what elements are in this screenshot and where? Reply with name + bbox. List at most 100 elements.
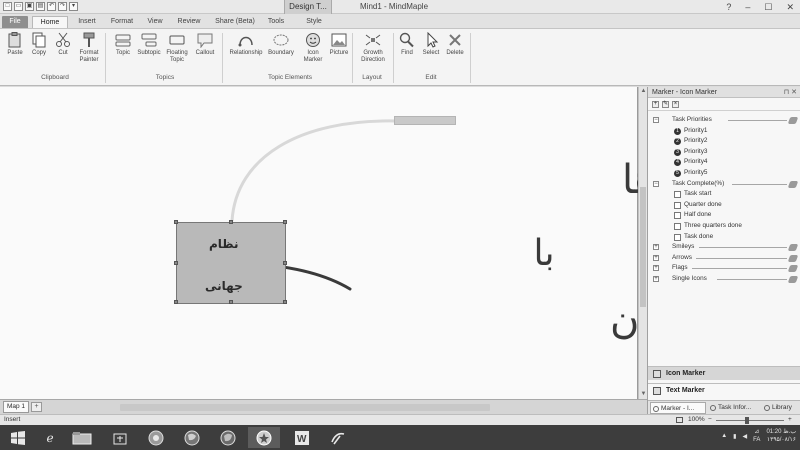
subtopic-button[interactable]: Subtopic: [134, 32, 164, 57]
tab-home[interactable]: Home: [32, 16, 68, 28]
minimize-button[interactable]: –: [745, 0, 750, 14]
central-topic[interactable]: نظام جهانی: [174, 220, 287, 304]
resize-handle[interactable]: [229, 220, 233, 224]
tab-style[interactable]: Style: [298, 16, 330, 28]
collapse-icon[interactable]: −: [653, 117, 659, 123]
edit-group-icon[interactable]: [787, 275, 799, 283]
relationship-button[interactable]: Relationship: [228, 32, 264, 57]
expand-icon[interactable]: +: [653, 244, 659, 251]
marker-item[interactable]: Half done: [648, 210, 800, 221]
taskbar-ie[interactable]: ℯ: [34, 427, 66, 448]
fit-page-icon[interactable]: [676, 417, 683, 423]
redo-icon[interactable]: ↷: [58, 2, 67, 11]
map-tab[interactable]: Map 1: [3, 401, 29, 413]
taskbar-app[interactable]: [322, 427, 354, 448]
marker-group[interactable]: + Smileys: [648, 242, 800, 253]
panel-close-icon[interactable]: ✕: [791, 89, 797, 96]
help-button[interactable]: ?: [726, 0, 731, 14]
taskbar-firefox-2[interactable]: [212, 427, 244, 448]
mind-map-canvas[interactable]: رسم ارتباط ها با کشیدن از مرکز عنوان: [0, 87, 638, 399]
collapse-icon[interactable]: −: [653, 180, 659, 187]
scroll-thumb[interactable]: [640, 187, 646, 307]
marker-item[interactable]: Quarter done: [648, 200, 800, 211]
panel-tab-library[interactable]: Library: [762, 402, 800, 414]
delete-button[interactable]: Delete: [441, 32, 469, 57]
tab-format[interactable]: Format: [106, 16, 138, 28]
customize-qat-icon[interactable]: ▾: [69, 2, 78, 11]
tab-tools[interactable]: Tools: [262, 16, 290, 28]
zoom-slider[interactable]: [716, 420, 784, 421]
save-icon[interactable]: ▣: [25, 2, 34, 11]
edit-group-icon[interactable]: [787, 117, 799, 124]
marker-group[interactable]: − Task Complete(%): [648, 179, 800, 190]
pin-icon[interactable]: ⊓: [784, 89, 789, 96]
close-button[interactable]: ✕: [786, 0, 794, 14]
marker-group[interactable]: + Flags: [648, 263, 800, 274]
marker-item[interactable]: Task done: [648, 232, 800, 243]
language-indicator[interactable]: ⊿ FA: [753, 428, 760, 444]
new-file-icon[interactable]: □: [3, 2, 12, 11]
tab-review[interactable]: Review: [172, 16, 206, 28]
taskbar-mindmaple[interactable]: [248, 427, 280, 448]
tray-arrow-icon[interactable]: ▲: [721, 433, 727, 439]
edit-group-icon[interactable]: [787, 254, 799, 262]
resize-handle[interactable]: [229, 300, 233, 304]
taskbar-firefox[interactable]: [176, 427, 208, 448]
marker-item[interactable]: 4 Priority4: [648, 157, 800, 168]
edit-group-icon[interactable]: [787, 265, 799, 273]
canvas-horizontal-scrollbar[interactable]: [120, 404, 490, 411]
resize-handle[interactable]: [283, 220, 287, 224]
canvas-vertical-scrollbar[interactable]: ▲ ▼: [638, 87, 647, 399]
edit-group-icon[interactable]: [787, 244, 799, 252]
marker-item[interactable]: Task start: [648, 189, 800, 200]
edit-marker-icon[interactable]: ✎: [662, 101, 669, 108]
add-map-icon[interactable]: +: [31, 402, 42, 412]
panel-tab-task-info[interactable]: Task Infor...: [708, 402, 762, 414]
zoom-out-icon[interactable]: −: [708, 415, 712, 425]
resize-handle[interactable]: [283, 300, 287, 304]
floating-topic-button[interactable]: Floating Topic: [162, 32, 192, 64]
expand-icon[interactable]: +: [653, 254, 659, 261]
picture-button[interactable]: Picture: [324, 32, 354, 57]
tab-share[interactable]: Share (Beta): [212, 16, 258, 28]
zoom-in-icon[interactable]: +: [788, 415, 792, 425]
callout-button[interactable]: Callout: [190, 32, 220, 57]
open-file-icon[interactable]: ▭: [14, 2, 23, 11]
boundary-button[interactable]: Boundary: [264, 32, 298, 57]
floating-topic-placeholder[interactable]: [394, 116, 456, 125]
design-tools-context-tab[interactable]: Design T...: [284, 0, 332, 14]
remove-marker-icon[interactable]: ×: [672, 101, 679, 108]
expand-icon[interactable]: +: [653, 265, 659, 272]
print-icon[interactable]: ▤: [36, 2, 45, 11]
marker-item[interactable]: 5 Priority5: [648, 168, 800, 179]
taskbar-word[interactable]: W: [286, 427, 318, 448]
expand-icon[interactable]: +: [653, 275, 659, 282]
start-button[interactable]: [2, 427, 34, 448]
maximize-button[interactable]: ☐: [764, 0, 772, 14]
icon-marker-section-button[interactable]: Icon Marker: [648, 366, 800, 380]
format-painter-button[interactable]: Format Painter: [74, 32, 104, 64]
tab-file[interactable]: File: [2, 16, 28, 28]
text-marker-section-button[interactable]: Text Marker: [648, 383, 800, 397]
tab-insert[interactable]: Insert: [72, 16, 102, 28]
clock[interactable]: 01:20 ب.ظ ۱۳۹۵/۰۸/۱۶: [766, 428, 796, 444]
growth-direction-button[interactable]: Growth Direction: [356, 32, 390, 64]
undo-icon[interactable]: ↶: [47, 2, 56, 11]
taskbar-chrome[interactable]: [140, 427, 172, 448]
add-marker-icon[interactable]: +: [652, 101, 659, 108]
resize-handle[interactable]: [283, 261, 287, 265]
edit-group-icon[interactable]: [787, 180, 799, 188]
marker-item[interactable]: 1 Priority1: [648, 126, 800, 137]
zoom-slider-knob[interactable]: [745, 417, 749, 424]
taskbar-store[interactable]: [104, 427, 136, 448]
taskbar-explorer[interactable]: [66, 427, 98, 448]
panel-tab-marker[interactable]: Marker - I...: [650, 402, 706, 414]
marker-item[interactable]: 2 Priority2: [648, 136, 800, 147]
tab-view[interactable]: View: [142, 16, 168, 28]
relationship-line[interactable]: [230, 119, 397, 222]
resize-handle[interactable]: [174, 220, 178, 224]
volume-icon[interactable]: ◀: [742, 433, 747, 440]
marker-item[interactable]: Three quarters done: [648, 221, 800, 232]
resize-handle[interactable]: [174, 300, 178, 304]
marker-item[interactable]: 3 Priority3: [648, 147, 800, 158]
